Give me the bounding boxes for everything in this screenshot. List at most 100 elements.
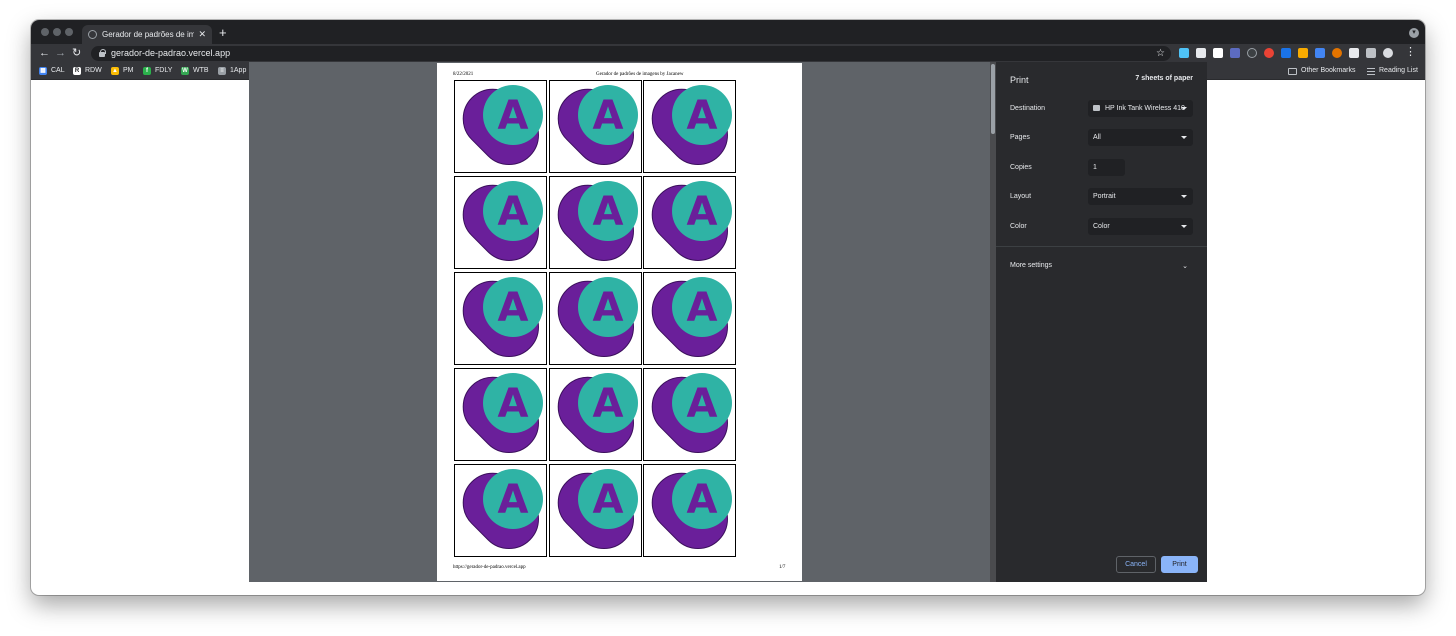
destination-label: Destination [1010,105,1046,112]
preview-page: 8/22/2021 Gerador de padrões de imagens … [437,63,802,581]
tile-letter: A [593,93,624,139]
pages-select[interactable]: All [1088,129,1193,146]
layout-select[interactable]: Portrait [1088,188,1193,205]
pattern-tile: A [549,80,642,173]
feedly-icon: f [143,67,151,75]
reading-list-icon [1367,67,1375,75]
pattern-tile: A [549,272,642,365]
pattern-tile: A [454,368,547,461]
print-dialog: 8/22/2021 Gerador de padrões de imagens … [249,62,1207,582]
extension-icon[interactable] [1179,48,1189,58]
page-header-date: 8/22/2021 [453,72,474,77]
print-settings-panel: Print 7 sheets of paper Destination HP I… [996,62,1207,582]
destination-select[interactable]: HP Ink Tank Wireless 410 [1088,100,1193,117]
tab-search-icon[interactable]: ▾ [1409,28,1419,38]
folder-icon [1288,67,1297,75]
sheet-count: 7 sheets of paper [1135,75,1193,82]
printer-icon [1093,105,1100,111]
bookmark-item[interactable]: W WTB [181,66,209,76]
scrollbar-thumb[interactable] [991,64,995,134]
pattern-tile: A [643,176,736,269]
extension-icon[interactable] [1315,48,1325,58]
avatar[interactable] [1383,48,1393,58]
reading-list-label: Reading List [1379,67,1418,74]
tile-letter: A [687,93,718,139]
extension-icon[interactable] [1349,48,1359,58]
drive-icon: ▲ [111,67,119,75]
reload-icon[interactable]: ↻ [72,46,81,60]
copies-label: Copies [1010,164,1032,171]
bookmark-item[interactable]: f FDLY [143,66,172,76]
extension-icon[interactable] [1213,48,1223,58]
pattern-tile: A [643,464,736,557]
reading-list-button[interactable]: Reading List [1367,66,1418,76]
url-text: gerador-de-padrao.vercel.app [111,48,231,58]
pattern-tile: A [454,464,547,557]
copies-input[interactable] [1088,159,1125,176]
page-footer-url: https://gerador-de-padrao.vercel.app [453,565,526,570]
pattern-tile: A [643,80,736,173]
pages-label: Pages [1010,134,1030,141]
browser-window: Gerador de padrões de imagens ✕ + ▾ ← → … [31,20,1425,595]
tile-letter: A [687,477,718,523]
tile-letter: A [593,285,624,331]
color-select[interactable]: Color [1088,218,1193,235]
pattern-tile: A [643,272,736,365]
extension-icon[interactable] [1281,48,1291,58]
pages-value: All [1093,134,1101,141]
w-icon: W [181,67,189,75]
bookmark-label: PM [123,67,134,74]
tile-letter: A [687,285,718,331]
window-close-button[interactable] [41,28,49,36]
bookmark-label: RDW [85,67,102,74]
extension-icon[interactable] [1264,48,1274,58]
pattern-tile: A [549,176,642,269]
print-title: Print [1010,75,1029,85]
bookmark-item[interactable]: R RDW [73,66,102,76]
r-icon: R [73,67,81,75]
globe-icon [88,30,97,39]
forward-arrow-icon[interactable]: → [55,46,66,60]
caret-down-icon [1181,195,1187,198]
tile-letter: A [498,477,529,523]
cancel-button[interactable]: Cancel [1116,556,1156,573]
tile-letter: A [687,381,718,427]
caret-down-icon [1181,107,1187,110]
destination-value: HP Ink Tank Wireless 410 [1105,105,1185,112]
window-minimize-button[interactable] [53,28,61,36]
extension-icon[interactable] [1196,48,1206,58]
close-icon[interactable]: ✕ [198,29,206,40]
other-bookmarks-folder[interactable]: Other Bookmarks [1288,66,1355,76]
pattern-tile: A [643,368,736,461]
bookmark-item[interactable]: ≡ 1App [218,66,246,76]
print-button[interactable]: Print [1161,556,1198,573]
bookmark-star-icon[interactable]: ☆ [1156,46,1165,61]
extension-icon[interactable] [1230,48,1240,58]
bookmark-label: 1App [230,67,247,74]
extension-icon[interactable] [1298,48,1308,58]
pattern-tile: A [454,80,547,173]
pattern-tile: A [549,368,642,461]
address-bar[interactable]: gerador-de-padrao.vercel.app ☆ [91,46,1171,61]
bookmark-item[interactable]: ▦ CAL [39,66,65,76]
extension-icon[interactable] [1332,48,1342,58]
chevron-down-icon[interactable]: ⌄ [1182,262,1188,271]
tab-title: Gerador de padrões de imagens [102,30,195,39]
back-arrow-icon[interactable]: ← [39,46,50,60]
bookmark-item[interactable]: ▲ PM [111,66,134,76]
tile-letter: A [498,285,529,331]
new-tab-button[interactable]: + [219,25,227,41]
browser-tab[interactable]: Gerador de padrões de imagens ✕ [82,25,212,44]
more-settings-toggle[interactable]: More settings [1010,262,1052,269]
layout-value: Portrait [1093,193,1116,200]
color-value: Color [1093,223,1110,230]
puzzle-icon[interactable] [1366,48,1376,58]
info-icon[interactable] [1247,48,1257,58]
tile-letter: A [687,189,718,235]
window-zoom-button[interactable] [65,28,73,36]
tile-letter: A [498,189,529,235]
bookmark-label: WTB [193,67,209,74]
print-preview-area: 8/22/2021 Gerador de padrões de imagens … [249,62,996,582]
pattern-tile: A [549,464,642,557]
menu-dots-icon[interactable]: ⋮ [1405,45,1416,60]
